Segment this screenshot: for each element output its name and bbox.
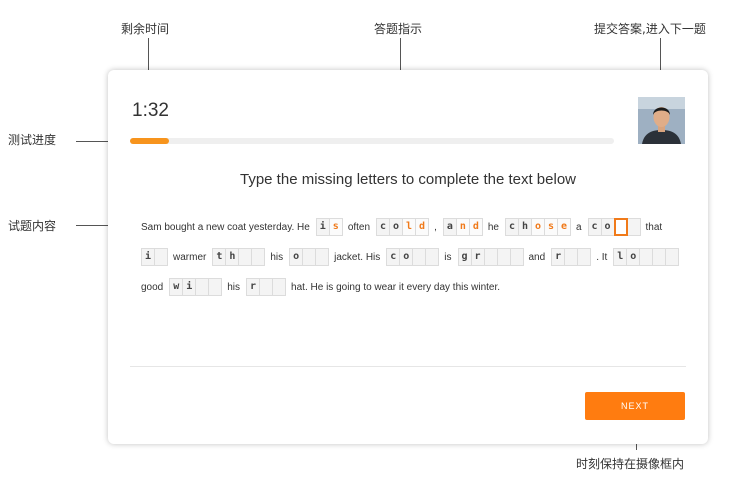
letter-input[interactable] (613, 218, 628, 236)
letter-input[interactable] (302, 248, 317, 266)
passage-text: . It (596, 251, 608, 263)
passage-text: often (347, 221, 371, 233)
passage-text: warmer (173, 251, 207, 263)
given-letter: i (315, 218, 330, 236)
passage-text: his (227, 281, 241, 293)
passage-text: , (434, 221, 437, 233)
instruction-text: Type the missing letters to complete the… (240, 171, 576, 188)
missing-letters-word: gr (457, 248, 524, 266)
letter-input[interactable]: e (556, 218, 571, 236)
passage-text: he (487, 221, 499, 233)
given-letter: o (289, 248, 304, 266)
missing-letters-word: th (212, 248, 266, 266)
webcam-preview (638, 97, 685, 144)
annotation-time-remaining: 剩余时间 (121, 22, 170, 36)
passage-text: hat. He is going to wear it every day th… (291, 281, 501, 293)
given-letter: o (399, 248, 414, 266)
passage-text: that (645, 221, 663, 233)
given-letter: c (386, 248, 401, 266)
given-letter: o (626, 248, 641, 266)
given-letter: h (517, 218, 532, 236)
letter-input[interactable]: s (328, 218, 343, 236)
given-letter: h (225, 248, 240, 266)
missing-letters-word: co (386, 248, 440, 266)
letter-input[interactable] (195, 278, 210, 296)
missing-letters-word: chose (504, 218, 571, 236)
annotation-camera: 时刻保持在摄像框内 (576, 457, 685, 471)
passage-line: i warmer t h his o jacket. His c o is g r and r. It l o (138, 242, 683, 272)
given-letter: c (504, 218, 519, 236)
passage-text: is (444, 251, 452, 263)
passage-text: jacket. His (334, 251, 381, 263)
passage-line: Sam bought a new coat yesterday. He i s oft… (138, 212, 683, 242)
given-letter: i (141, 248, 155, 266)
missing-letters-word: wi (169, 278, 223, 296)
missing-letters-word: is (315, 218, 343, 236)
passage-text: a (575, 221, 582, 233)
given-letter: a (442, 218, 457, 236)
letter-input[interactable]: n (455, 218, 470, 236)
given-letter: r (246, 278, 261, 296)
letter-input[interactable] (564, 248, 579, 266)
passage-text: his (270, 251, 284, 263)
letter-input[interactable] (259, 278, 274, 296)
letter-input[interactable] (639, 248, 654, 266)
letter-input[interactable] (272, 278, 287, 296)
given-letter: l (613, 248, 628, 266)
letter-input[interactable] (652, 248, 667, 266)
passage-line: good w i his r hat. He is going to wear it ev… (138, 272, 683, 302)
letter-input[interactable] (238, 248, 253, 266)
missing-letters-word: lo (613, 248, 680, 266)
progress-bar (130, 138, 614, 144)
letter-input[interactable] (154, 248, 168, 266)
annotation-instructions: 答题指示 (374, 22, 423, 36)
test-card: 1:32 Type the missing letters to complet… (108, 70, 708, 444)
missing-letters-word: and (442, 218, 483, 236)
given-letter: c (587, 218, 602, 236)
given-letter: r (470, 248, 485, 266)
given-letter: i (182, 278, 197, 296)
given-letter: c (376, 218, 391, 236)
letter-input[interactable] (626, 218, 641, 236)
letter-input[interactable] (577, 248, 592, 266)
letter-input[interactable] (496, 248, 511, 266)
given-letter: r (551, 248, 566, 266)
missing-letters-word: r (246, 278, 287, 296)
given-letter: w (169, 278, 184, 296)
missing-letters-word: co (587, 218, 641, 236)
missing-letters-word: r (551, 248, 592, 266)
given-letter: t (212, 248, 227, 266)
letter-input[interactable]: l (402, 218, 417, 236)
progress-bar-fill (130, 138, 169, 144)
letter-input[interactable]: o (530, 218, 545, 236)
letter-input[interactable] (665, 248, 680, 266)
passage-text: good (141, 281, 164, 293)
letter-input[interactable] (412, 248, 427, 266)
person-icon (638, 97, 685, 144)
next-button[interactable]: NEXT (585, 392, 685, 420)
letter-input[interactable] (509, 248, 524, 266)
annotation-progress: 测试进度 (8, 133, 57, 147)
divider (130, 366, 686, 367)
missing-letters-word: i (141, 248, 168, 266)
missing-letters-word: o (289, 248, 330, 266)
letter-input[interactable]: d (415, 218, 430, 236)
letter-input[interactable]: d (468, 218, 483, 236)
countdown-timer: 1:32 (132, 100, 169, 121)
annotation-submit-next: 提交答案,进入下一题 (594, 22, 706, 36)
annotation-content: 试题内容 (8, 219, 57, 233)
passage-text: and (528, 251, 546, 263)
given-letter: o (600, 218, 615, 236)
passage: Sam bought a new coat yesterday. He i s oft… (138, 212, 683, 302)
letter-input[interactable] (315, 248, 330, 266)
given-letter: o (389, 218, 404, 236)
letter-input[interactable] (425, 248, 440, 266)
passage-text: Sam bought a new coat yesterday. He (141, 221, 310, 233)
letter-input[interactable]: s (543, 218, 558, 236)
letter-input[interactable] (483, 248, 498, 266)
missing-letters-word: cold (376, 218, 430, 236)
given-letter: g (457, 248, 472, 266)
letter-input[interactable] (251, 248, 266, 266)
letter-input[interactable] (208, 278, 223, 296)
